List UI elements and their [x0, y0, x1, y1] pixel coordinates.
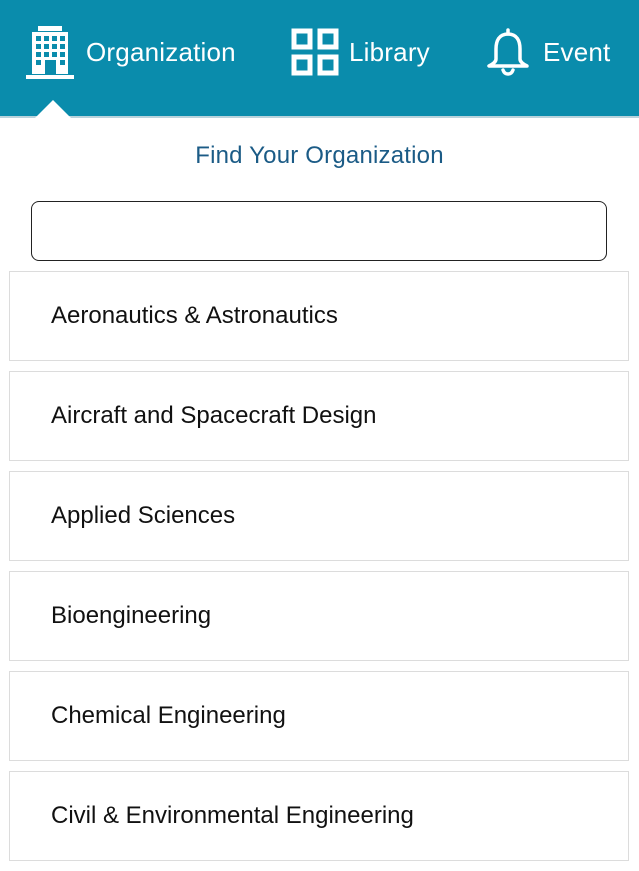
page-title: Find Your Organization: [195, 142, 444, 169]
nav-tab-label: Library: [349, 36, 430, 67]
organization-search-input[interactable]: [31, 201, 607, 261]
active-tab-indicator: [33, 100, 73, 120]
list-item[interactable]: Bioengineering: [9, 571, 629, 661]
list-item-label: Applied Sciences: [51, 502, 236, 529]
list-item[interactable]: Aeronautics & Astronautics: [9, 271, 629, 361]
list-item[interactable]: Aircraft and Spacecraft Design: [9, 371, 629, 461]
nav-tab-label: Event: [543, 36, 611, 67]
nav-tab-library[interactable]: Library: [291, 24, 430, 80]
list-item-label: Aircraft and Spacecraft Design: [51, 402, 377, 429]
bell-icon: [487, 28, 529, 76]
list-item[interactable]: Applied Sciences: [9, 471, 629, 561]
list-item-label: Civil & Environmental Engineering: [51, 802, 414, 829]
organization-list: Aeronautics & Astronautics Aircraft and …: [9, 271, 629, 871]
grid-icon: [291, 28, 339, 76]
top-nav-bar: Organization Library Event: [0, 0, 639, 120]
building-icon: [26, 26, 74, 79]
nav-tab-organization[interactable]: Organization: [24, 24, 236, 80]
list-item[interactable]: Chemical Engineering: [9, 671, 629, 761]
list-item-label: Chemical Engineering: [51, 702, 286, 729]
nav-tab-event[interactable]: Event: [485, 24, 611, 80]
list-item[interactable]: Civil & Environmental Engineering: [9, 771, 629, 861]
list-item-label: Aeronautics & Astronautics: [51, 302, 338, 329]
list-item-label: Bioengineering: [51, 602, 212, 629]
nav-tab-label: Organization: [86, 36, 236, 67]
